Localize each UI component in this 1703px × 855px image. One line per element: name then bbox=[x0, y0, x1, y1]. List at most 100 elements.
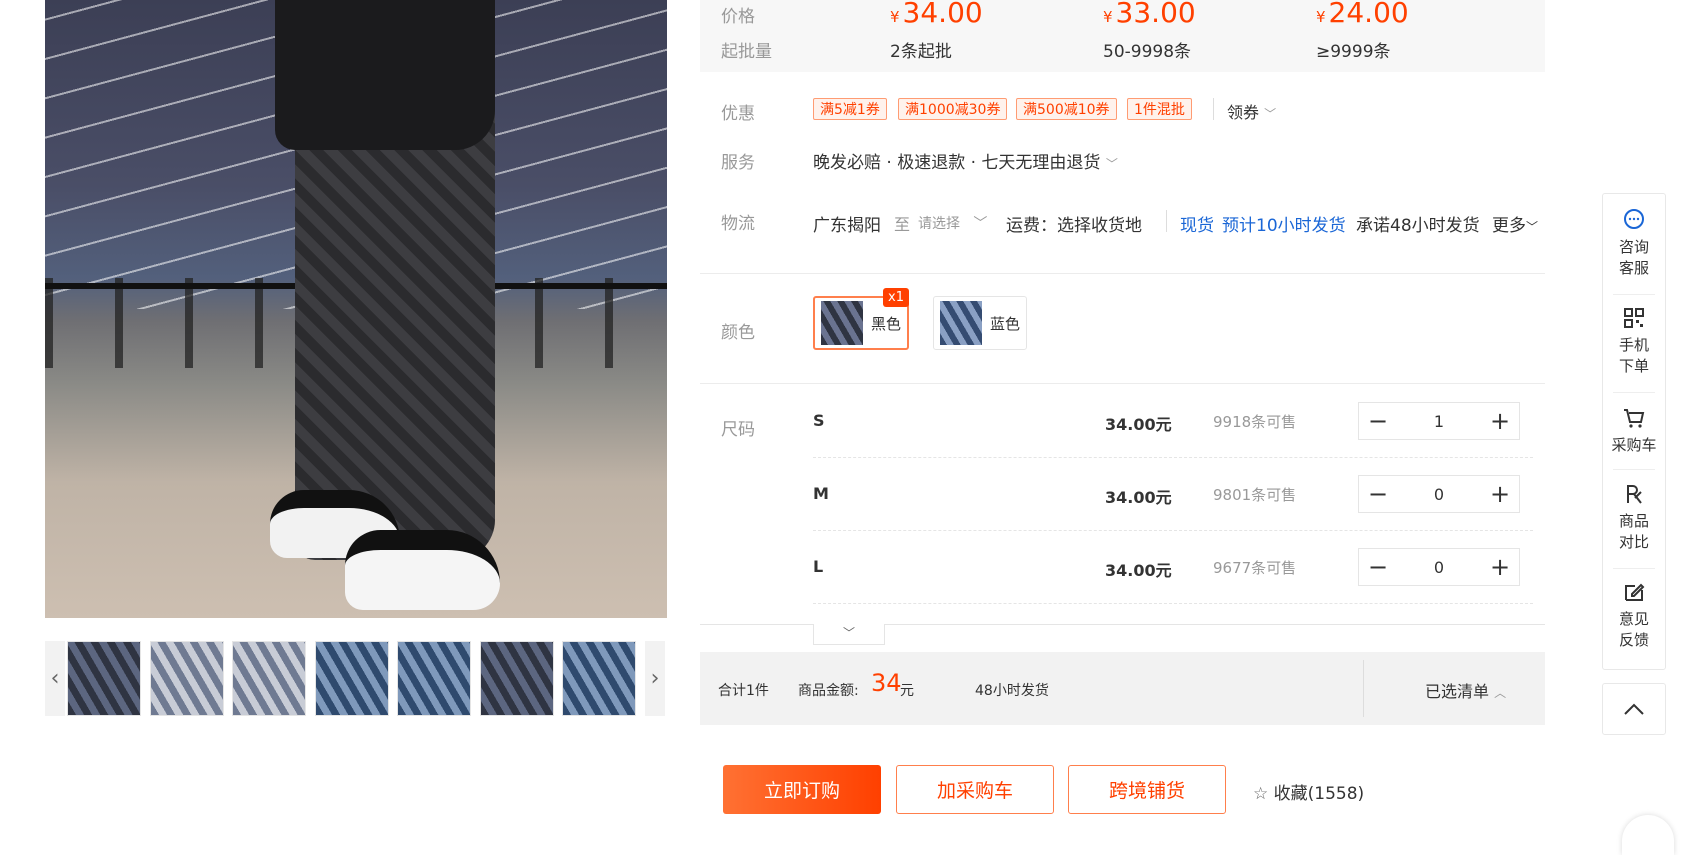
sidebar-label: 下单 bbox=[1618, 357, 1649, 375]
increment-button[interactable]: + bbox=[1481, 480, 1519, 508]
origin-city: 广东揭阳 bbox=[813, 216, 881, 236]
divider bbox=[700, 383, 1545, 384]
thumb-next-button[interactable]: › bbox=[645, 641, 665, 716]
chevron-down-icon: ﹀ bbox=[1526, 220, 1539, 234]
divider bbox=[1613, 568, 1655, 569]
buy-now-button[interactable]: 立即订购 bbox=[723, 765, 881, 814]
to-text: 至 bbox=[894, 215, 911, 234]
chat-bubble-icon bbox=[1624, 209, 1644, 229]
ship-promise: 承诺48小时发货 bbox=[1356, 216, 1480, 236]
more-logistics-button[interactable]: 更多﹀ bbox=[1492, 211, 1538, 236]
decrement-button[interactable]: − bbox=[1359, 407, 1397, 435]
chevron-down-icon: ﹀ bbox=[973, 216, 988, 232]
sidebar-label: 客服 bbox=[1618, 259, 1649, 277]
ship-estimate: 预计10小时发货 bbox=[1222, 216, 1346, 236]
thumbnail[interactable] bbox=[562, 641, 636, 716]
cart-button[interactable]: 采购车 bbox=[1603, 406, 1665, 455]
back-to-top-button[interactable] bbox=[1602, 683, 1666, 735]
chevron-down-icon: ﹀ bbox=[1105, 157, 1118, 171]
customer-service-button[interactable]: 咨询 客服 bbox=[1603, 208, 1665, 278]
right-toolbar: 咨询 客服 手机 下单 采购车 商品 对比 意见 反馈 bbox=[1602, 193, 1666, 670]
size-row: M 34.00元 9801条可售 − 0 + bbox=[813, 459, 1533, 531]
divider bbox=[1166, 210, 1167, 232]
expand-sizes-button[interactable]: ﹀ bbox=[813, 624, 885, 645]
thumb-prev-button[interactable]: ‹ bbox=[45, 641, 65, 716]
tier-moq: ≥9999条 bbox=[1316, 42, 1391, 62]
increment-button[interactable]: + bbox=[1481, 553, 1519, 581]
color-thumbnail bbox=[940, 301, 982, 345]
divider bbox=[813, 603, 1533, 604]
sidebar-label: 对比 bbox=[1618, 533, 1649, 551]
color-label: 颜色 bbox=[721, 323, 755, 343]
decrement-button[interactable]: − bbox=[1359, 553, 1397, 581]
size-label: 尺码 bbox=[721, 420, 755, 440]
divider bbox=[813, 530, 1533, 531]
destination-select[interactable]: 请选择 ﹀ bbox=[918, 213, 987, 233]
size-price: 34.00元 bbox=[1105, 561, 1172, 580]
chevron-down-icon: ﹀ bbox=[842, 626, 855, 640]
star-icon: ☆ bbox=[1253, 784, 1269, 804]
in-stock-tag: 现货 bbox=[1180, 216, 1214, 236]
size-name: S bbox=[813, 411, 825, 430]
divider bbox=[1363, 660, 1364, 717]
thumbnail[interactable] bbox=[315, 641, 389, 716]
size-price: 34.00元 bbox=[1105, 415, 1172, 434]
tier-price: ¥33.00 bbox=[1103, 0, 1196, 29]
decrement-button[interactable]: − bbox=[1359, 480, 1397, 508]
image-shoe bbox=[345, 530, 500, 610]
coupon-tag[interactable]: 满500减10券 bbox=[1016, 98, 1117, 120]
mobile-order-button[interactable]: 手机 下单 bbox=[1603, 306, 1665, 376]
chevron-up-icon: ︿ bbox=[1494, 686, 1507, 700]
thumbnail[interactable] bbox=[67, 641, 141, 716]
service-label: 服务 bbox=[721, 153, 755, 173]
tier-price: ¥24.00 bbox=[1316, 0, 1409, 29]
coupon-tag[interactable]: 满5减1券 bbox=[813, 98, 887, 120]
promo-label: 优惠 bbox=[721, 104, 755, 124]
size-price: 34.00元 bbox=[1105, 488, 1172, 507]
main-product-image[interactable] bbox=[45, 0, 667, 618]
quantity-input[interactable]: 0 bbox=[1397, 558, 1481, 577]
tier-moq: 50-9998条 bbox=[1103, 42, 1192, 62]
cross-border-button[interactable]: 跨境铺货 bbox=[1068, 765, 1226, 814]
feedback-button[interactable]: 意见 反馈 bbox=[1603, 580, 1665, 650]
price-panel: 价格 起批量 ¥34.00 2条起批 ¥33.00 50-9998条 ¥24.0… bbox=[700, 0, 1545, 72]
size-row: S 34.00元 9918条可售 − 1 + bbox=[813, 386, 1533, 458]
quantity-stepper: − 0 + bbox=[1358, 548, 1520, 586]
floating-chat-button[interactable] bbox=[1622, 815, 1674, 855]
color-option-blue[interactable]: 蓝色 bbox=[933, 296, 1028, 350]
divider bbox=[813, 457, 1533, 458]
image-shirt bbox=[275, 0, 495, 150]
compare-button[interactable]: 商品 对比 bbox=[1603, 482, 1665, 552]
thumbnail[interactable] bbox=[480, 641, 554, 716]
sidebar-label: 商品 bbox=[1618, 512, 1649, 530]
size-stock: 9677条可售 bbox=[1213, 559, 1297, 577]
quantity-input[interactable]: 0 bbox=[1397, 485, 1481, 504]
logistics-label: 物流 bbox=[721, 214, 755, 234]
quantity-input[interactable]: 1 bbox=[1397, 412, 1481, 431]
divider bbox=[1213, 98, 1214, 120]
size-name: M bbox=[813, 484, 829, 503]
ship-text: 48小时发货 bbox=[975, 683, 1049, 699]
size-stock: 9918条可售 bbox=[1213, 413, 1297, 431]
cart-icon bbox=[1624, 409, 1645, 428]
get-coupon-button[interactable]: 领券 ﹀ bbox=[1227, 99, 1276, 123]
thumbnail[interactable] bbox=[397, 641, 471, 716]
coupon-tag[interactable]: 1件混批 bbox=[1127, 98, 1192, 120]
edit-icon bbox=[1625, 583, 1645, 601]
total-count: 合计1件 bbox=[718, 683, 769, 699]
thumbnail[interactable] bbox=[232, 641, 306, 716]
freight-text: 运费：选择收货地 bbox=[1006, 216, 1142, 236]
add-cart-button[interactable]: 加采购车 bbox=[896, 765, 1054, 814]
tier-moq: 2条起批 bbox=[890, 42, 952, 62]
selected-list-button[interactable]: 已选清单 ︿ bbox=[1425, 678, 1506, 702]
chevron-left-icon: ‹ bbox=[50, 666, 60, 691]
increment-button[interactable]: + bbox=[1481, 407, 1519, 435]
service-text[interactable]: 晚发必赔 · 极速退款 · 七天无理由退货 ﹀ bbox=[813, 148, 1118, 173]
divider bbox=[1613, 392, 1655, 393]
thumbnail[interactable] bbox=[150, 641, 224, 716]
color-name: 蓝色 bbox=[990, 314, 1021, 333]
size-row: L 34.00元 9677条可售 − 0 + bbox=[813, 532, 1533, 604]
moq-label: 起批量 bbox=[721, 42, 772, 62]
favorite-button[interactable]: ☆ 收藏(1558) bbox=[1253, 779, 1364, 804]
coupon-tag[interactable]: 满1000减30券 bbox=[898, 98, 1008, 120]
